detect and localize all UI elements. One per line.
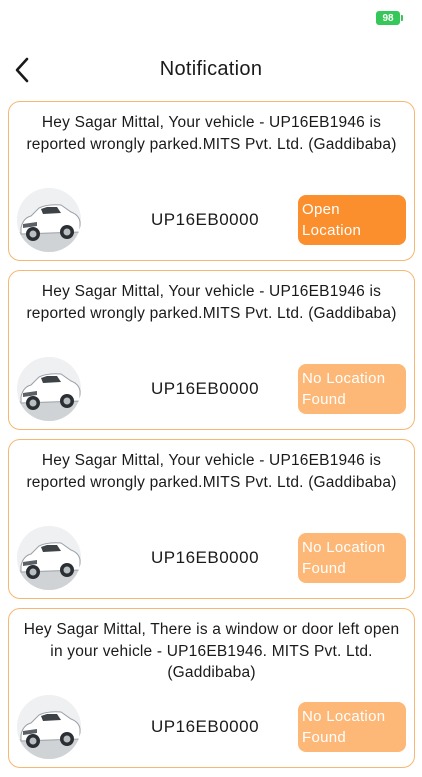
car-image bbox=[17, 357, 81, 421]
battery-indicator: 98 bbox=[376, 11, 403, 25]
car-image bbox=[17, 188, 81, 252]
vehicle-plate: UP16EB0000 bbox=[151, 379, 260, 398]
vehicle-image bbox=[17, 357, 81, 421]
notification-message: Hey Sagar Mittal, There is a window or d… bbox=[23, 621, 400, 681]
header: Notification bbox=[0, 46, 422, 94]
vehicle-image bbox=[17, 188, 81, 252]
open-location-button[interactable]: Open Location bbox=[298, 195, 406, 245]
no-location-button[interactable]: No Location Found bbox=[298, 533, 406, 583]
notification-card: Hey Sagar Mittal, Your vehicle - UP16EB1… bbox=[8, 101, 415, 261]
status-bar: 98 bbox=[0, 0, 422, 36]
vehicle-image bbox=[17, 695, 81, 759]
notification-message: Hey Sagar Mittal, Your vehicle - UP16EB1… bbox=[26, 114, 397, 153]
vehicle-plate: UP16EB0000 bbox=[151, 210, 260, 229]
notification-message: Hey Sagar Mittal, Your vehicle - UP16EB1… bbox=[26, 283, 397, 322]
notification-list: Hey Sagar Mittal, Your vehicle - UP16EB1… bbox=[8, 101, 415, 777]
page-title: Notification bbox=[159, 58, 263, 80]
car-image bbox=[17, 695, 81, 759]
car-image bbox=[17, 526, 81, 590]
notification-card: Hey Sagar Mittal, Your vehicle - UP16EB1… bbox=[8, 439, 415, 599]
battery-level: 98 bbox=[382, 12, 394, 24]
notification-card: Hey Sagar Mittal, Your vehicle - UP16EB1… bbox=[8, 270, 415, 430]
no-location-button[interactable]: No Location Found bbox=[298, 364, 406, 414]
notification-card: Hey Sagar Mittal, There is a window or d… bbox=[8, 608, 415, 768]
vehicle-image bbox=[17, 526, 81, 590]
vehicle-plate: UP16EB0000 bbox=[151, 548, 260, 567]
notification-message: Hey Sagar Mittal, Your vehicle - UP16EB1… bbox=[26, 452, 397, 491]
vehicle-plate: UP16EB0000 bbox=[151, 717, 260, 736]
no-location-button[interactable]: No Location Found bbox=[298, 702, 406, 752]
